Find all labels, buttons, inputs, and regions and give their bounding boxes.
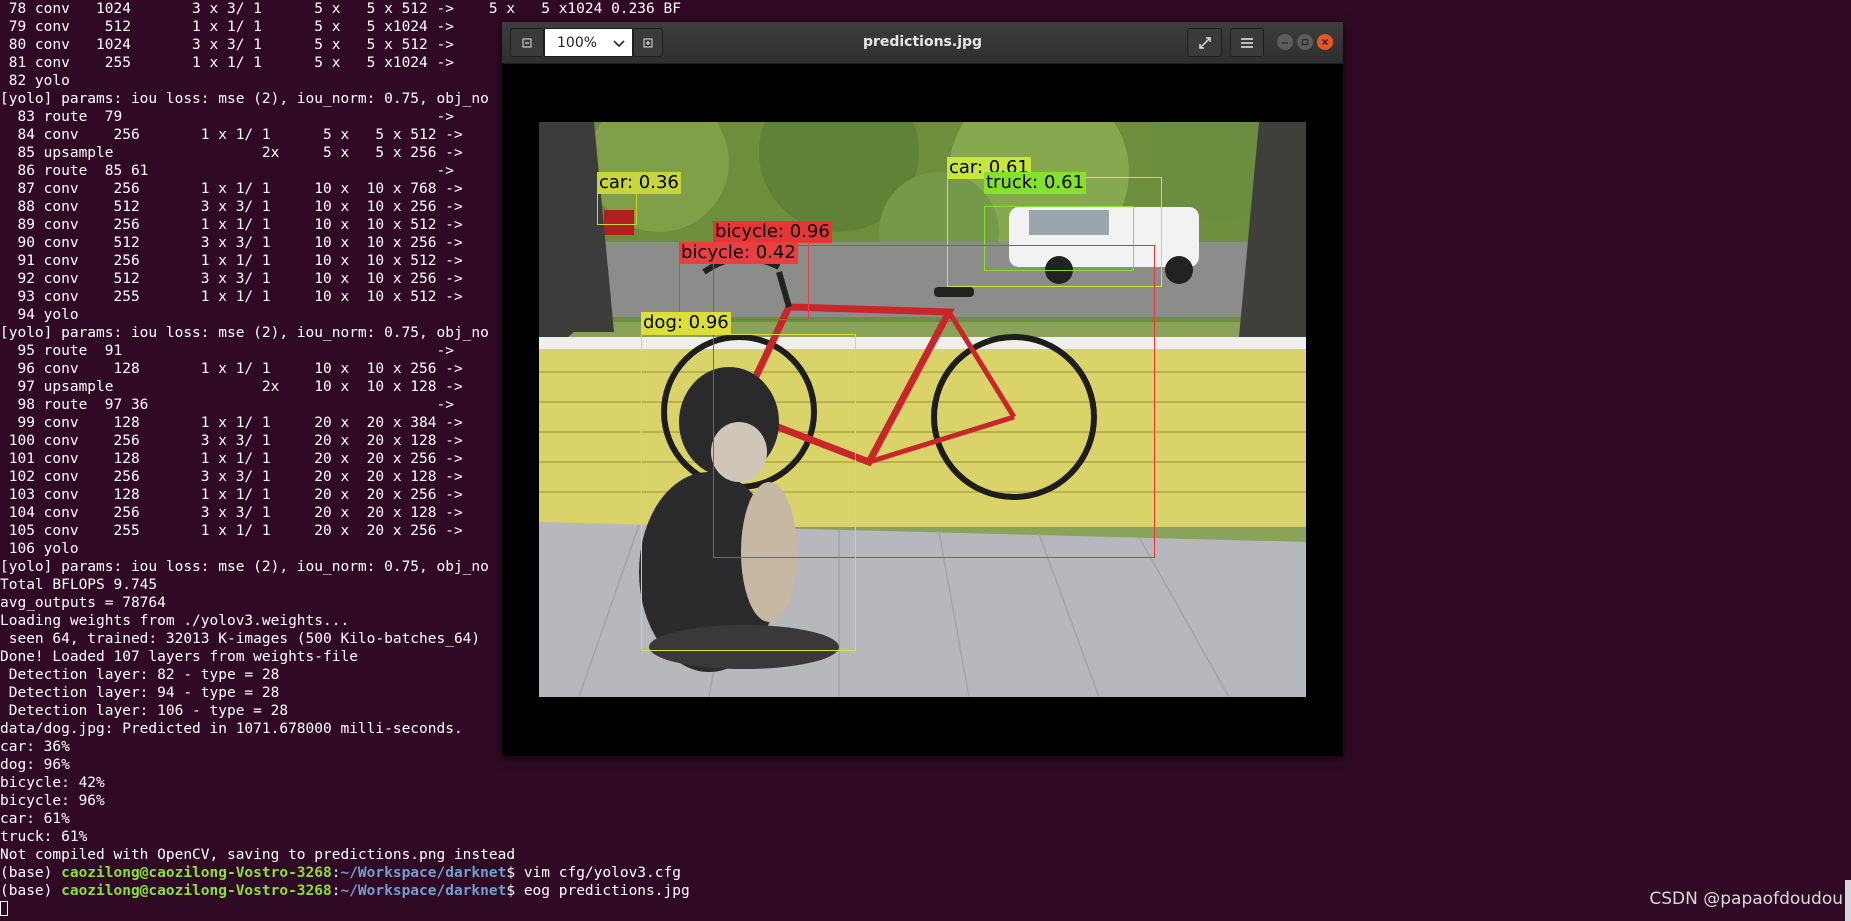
prompt-dollar: $ xyxy=(506,865,524,881)
close-button[interactable] xyxy=(1317,34,1333,50)
terminal-line: car: 61% xyxy=(0,811,70,827)
fullscreen-icon xyxy=(1198,36,1211,49)
terminal-line: dog: 96% xyxy=(0,757,70,773)
detection-label: car: 0.36 xyxy=(597,172,681,194)
terminal-cursor xyxy=(0,901,8,916)
cursor-line xyxy=(0,900,1851,918)
minimize-button[interactable] xyxy=(1277,34,1293,50)
titlebar[interactable]: 100% predictions.jpg xyxy=(502,22,1343,64)
prompt-command: eog predictions.jpg xyxy=(523,883,690,899)
maximize-button[interactable] xyxy=(1297,34,1313,50)
scrollbar-edge[interactable] xyxy=(1845,880,1851,921)
image-viewer-window[interactable]: 100% predictions.jpg car: 0.36 car: 0.61… xyxy=(502,22,1343,756)
prompt-user: caozilong@caozilong-Vostro-3268 xyxy=(61,865,332,881)
prompt-dollar: $ xyxy=(506,883,524,899)
prediction-image: car: 0.36 car: 0.61 truck: 0.61 bicycle: 0.… xyxy=(539,122,1306,697)
detection-box xyxy=(597,192,637,225)
prompt-line: (base) caozilong@caozilong-Vostro-3268:~… xyxy=(0,864,1851,882)
prompt-env: (base) xyxy=(0,865,62,881)
prompt-line: (base) caozilong@caozilong-Vostro-3268:~… xyxy=(0,882,1851,900)
prompt-path: ~/Workspace/darknet xyxy=(340,883,507,899)
terminal-line: bicycle: 96% xyxy=(0,793,105,809)
fullscreen-button[interactable] xyxy=(1187,28,1222,57)
watermark: CSDN @papaofdoudou xyxy=(1649,889,1843,909)
detection-label: truck: 0.61 xyxy=(984,172,1087,194)
detection-box xyxy=(641,334,856,651)
detection-label: bicycle: 0.96 xyxy=(713,221,832,243)
terminal-line: 78 conv 1024 3 x 3/ 1 5 x 5 x 512 -> 5 x… xyxy=(0,1,681,17)
prompt-command: vim cfg/yolov3.cfg xyxy=(523,865,681,881)
detection-label: bicycle: 0.42 xyxy=(679,242,798,264)
terminal-line: bicycle: 42% xyxy=(0,775,105,791)
menu-button[interactable] xyxy=(1230,28,1264,57)
prompt-env: (base) xyxy=(0,883,62,899)
minimize-icon xyxy=(1282,42,1288,44)
prompt-user: caozilong@caozilong-Vostro-3268 xyxy=(61,883,332,899)
terminal-line: truck: 61% xyxy=(0,829,88,845)
hamburger-icon xyxy=(1241,37,1253,48)
detection-label: dog: 0.96 xyxy=(641,312,731,334)
maximize-icon xyxy=(1301,38,1309,46)
terminal-line: Not compiled with OpenCV, saving to pred… xyxy=(0,847,516,863)
close-icon xyxy=(1321,38,1329,46)
prompt-path: ~/Workspace/darknet xyxy=(340,865,507,881)
